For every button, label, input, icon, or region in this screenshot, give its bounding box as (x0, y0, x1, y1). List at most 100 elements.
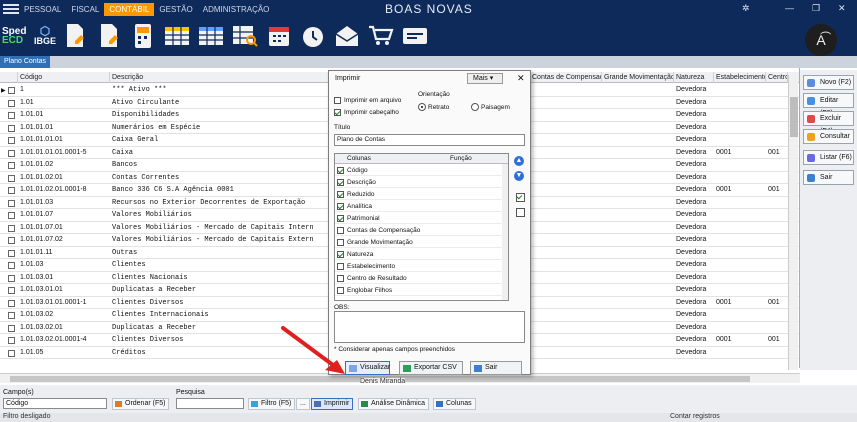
row-checkbox[interactable] (8, 99, 15, 107)
table-icon[interactable] (162, 20, 192, 52)
move-down-icon[interactable]: ▼ (514, 171, 524, 181)
column-option[interactable]: Reduzido (335, 189, 502, 200)
column-checkbox[interactable] (337, 227, 344, 234)
column-checkbox[interactable] (337, 287, 344, 294)
menu-fiscal[interactable]: FISCAL (66, 3, 104, 16)
column-checkbox[interactable] (337, 215, 344, 222)
column-checkbox[interactable] (337, 167, 344, 174)
column-checkbox[interactable] (337, 251, 344, 258)
table-icon[interactable] (196, 20, 226, 52)
column-checkbox[interactable] (337, 191, 344, 198)
row-checkbox[interactable] (8, 187, 15, 194)
column-checkbox[interactable] (337, 203, 344, 210)
maximize-icon[interactable]: ❐ (812, 3, 820, 14)
columns-scrollbar[interactable] (502, 164, 508, 300)
ibge-icon[interactable]: ⬡ IBGE (30, 25, 60, 46)
row-checkbox[interactable] (8, 324, 15, 332)
table-search-icon[interactable] (230, 20, 260, 52)
header-centro[interactable]: Centro (766, 72, 788, 83)
mail-icon[interactable] (332, 20, 362, 52)
columns-list[interactable]: Colunas Função Código Descrição Reduzido An… (334, 153, 509, 301)
column-checkbox[interactable] (337, 239, 344, 246)
status-count[interactable]: Contar registros (670, 413, 720, 420)
doc-edit-icon[interactable] (60, 20, 90, 52)
hamburger-icon[interactable] (3, 3, 19, 15)
column-option[interactable]: Contas de Compensação (335, 225, 502, 236)
header-estabelecimento[interactable]: Estabelecimento (714, 72, 766, 83)
paisagem-radio[interactable] (471, 103, 479, 111)
card-icon[interactable] (400, 20, 430, 52)
retrato-radio[interactable] (418, 103, 426, 111)
menu-contabil[interactable]: CONTÁBIL (104, 2, 155, 16)
column-option[interactable]: Descrição (335, 177, 502, 188)
row-checkbox[interactable] (8, 199, 15, 207)
cart-icon[interactable] (366, 20, 396, 52)
calendar-icon[interactable] (264, 20, 294, 52)
titulo-input[interactable]: Plano de Contas (334, 134, 525, 146)
row-checkbox[interactable] (8, 237, 15, 244)
pesquisa-input[interactable] (176, 398, 244, 409)
editar-button[interactable]: Editar (F3) (803, 93, 854, 117)
translate-icon[interactable]: A͡ (805, 24, 837, 56)
scroll-thumb[interactable] (790, 97, 798, 137)
row-checkbox[interactable] (8, 274, 15, 282)
campo-select[interactable]: Código (3, 398, 107, 409)
minimize-icon[interactable]: — (785, 3, 794, 13)
move-up-icon[interactable]: ▲ (514, 156, 524, 166)
row-checkbox[interactable] (8, 174, 15, 182)
row-checkbox[interactable] (8, 337, 15, 344)
settings-icon[interactable]: ✲ (742, 3, 750, 14)
row-checkbox[interactable] (8, 349, 15, 357)
column-option[interactable]: Patrimonial (335, 213, 502, 224)
novo-button[interactable]: Novo (F2) (803, 75, 854, 90)
menu-administracao[interactable]: ADMINISTRAÇÃO (198, 3, 275, 16)
more-button[interactable]: ... (296, 398, 310, 410)
column-option[interactable]: Englobar Filhos (335, 285, 502, 296)
menu-pessoal[interactable]: PESSOAL (19, 3, 66, 16)
colunas-button[interactable]: Colunas (433, 398, 476, 410)
column-option[interactable]: Centro de Resultado (335, 273, 502, 284)
row-checkbox[interactable] (8, 149, 15, 157)
column-option[interactable]: Analítica (335, 201, 502, 212)
row-checkbox[interactable] (8, 137, 15, 144)
sair-button[interactable]: Sair (803, 170, 854, 185)
dialog-sair-button[interactable]: Sair (470, 361, 522, 375)
listar-button[interactable]: Listar (F6) (803, 150, 854, 165)
column-option[interactable]: Código (335, 165, 502, 176)
consultar-button[interactable]: Consultar (803, 129, 854, 144)
check-all-icon[interactable] (516, 193, 525, 202)
filtro-button[interactable]: Filtro (F5) (248, 398, 296, 410)
close-icon[interactable]: ✕ (838, 3, 846, 14)
row-checkbox[interactable] (8, 312, 15, 319)
uncheck-all-icon[interactable] (516, 208, 525, 217)
row-checkbox[interactable] (8, 87, 15, 94)
column-option[interactable]: Estabelecimento (335, 261, 502, 272)
column-option[interactable]: Grande Movimentação (335, 237, 502, 248)
imprimir-cabecalho-checkbox[interactable] (334, 109, 341, 116)
doc-edit-icon[interactable] (94, 20, 124, 52)
row-checkbox[interactable] (8, 224, 15, 232)
header-grande-movimentacao[interactable]: Grande Movimentação (602, 72, 674, 83)
row-checkbox[interactable] (8, 262, 15, 269)
row-checkbox[interactable] (8, 162, 15, 169)
menu-gestao[interactable]: GESTÃO (154, 3, 197, 16)
calculator-icon[interactable] (128, 20, 158, 52)
row-checkbox[interactable] (8, 287, 15, 294)
row-checkbox[interactable] (8, 212, 15, 219)
tab-plano-contas[interactable]: Plano Contas (0, 56, 51, 68)
row-checkbox[interactable] (8, 299, 15, 307)
excluir-button[interactable]: Excluir (F4) (803, 111, 854, 135)
exportar-csv-button[interactable]: Exportar CSV (399, 361, 463, 375)
column-checkbox[interactable] (337, 275, 344, 282)
row-checkbox[interactable] (8, 249, 15, 257)
analise-dinamica-button[interactable]: Análise Dinâmica (358, 398, 430, 410)
column-option[interactable]: Natureza (335, 249, 502, 260)
row-checkbox[interactable] (8, 124, 15, 132)
mais-dropdown[interactable]: Mais ▾ (467, 73, 503, 84)
ordenar-button[interactable]: Ordenar (F5) (112, 398, 170, 410)
clock-icon[interactable] (298, 20, 328, 52)
column-checkbox[interactable] (337, 179, 344, 186)
dialog-close-icon[interactable]: ✕ (517, 73, 525, 84)
header-natureza[interactable]: Natureza (674, 72, 714, 83)
column-checkbox[interactable] (337, 263, 344, 270)
